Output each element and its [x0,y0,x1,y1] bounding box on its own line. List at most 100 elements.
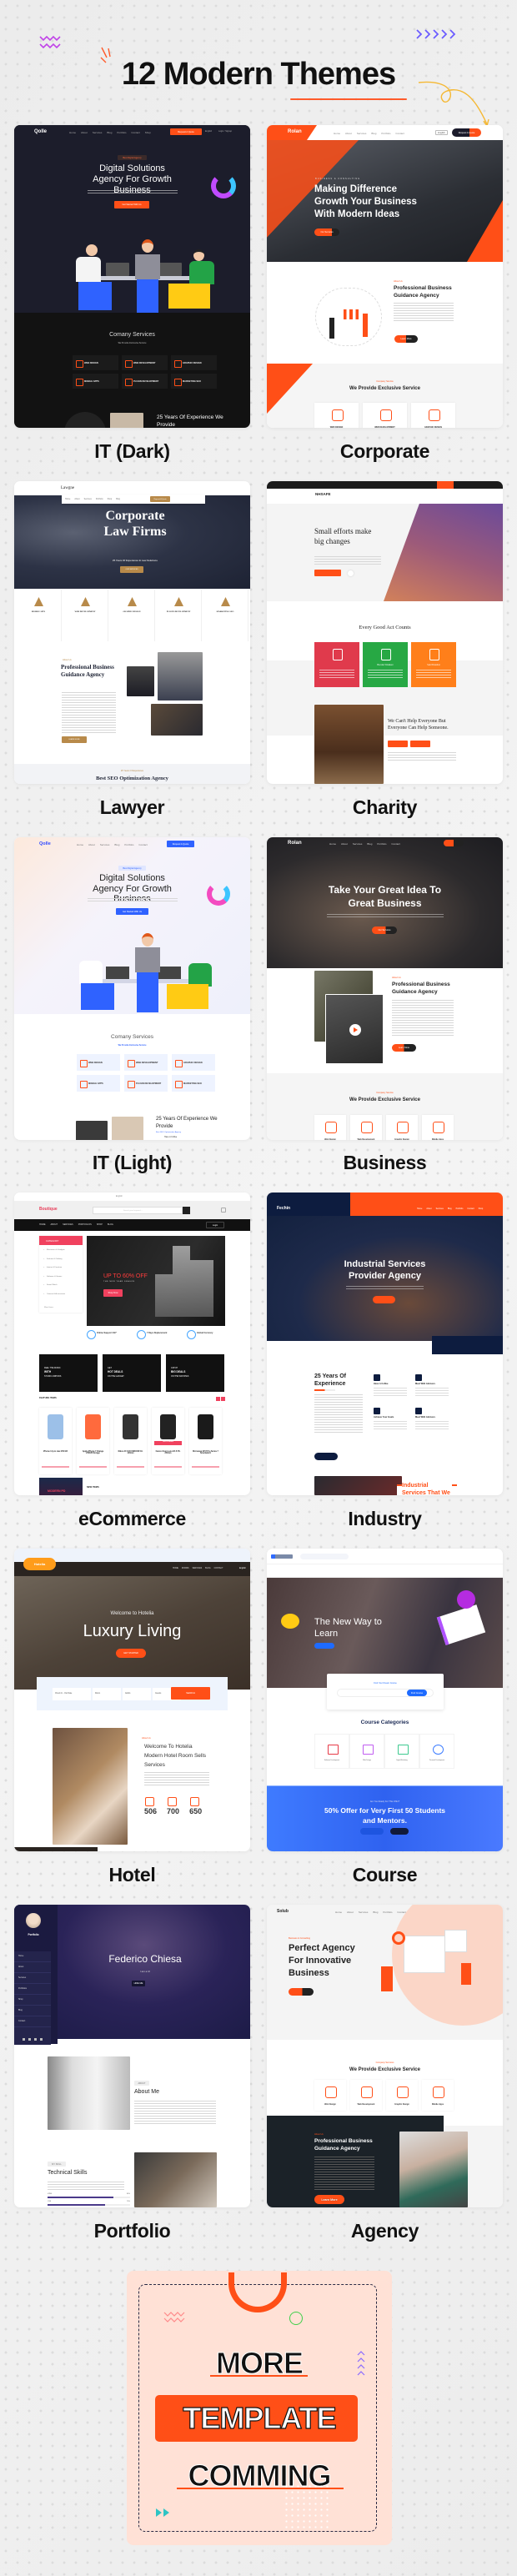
learn-more-button[interactable]: LEARN MORE [62,736,87,743]
cause-card[interactable] [314,642,359,687]
service-card[interactable]: WEB DEVELOPMENT [124,1054,168,1071]
nav-link[interactable]: Portfolio [381,132,390,135]
service-card[interactable]: MARKETING SEO [171,374,217,389]
sidebar-link[interactable]: Portfolios [14,1984,51,1995]
nav-link[interactable]: Blog [116,498,120,500]
nav-link[interactable]: Portfolio [96,498,103,500]
nav-link[interactable]: About [81,131,88,134]
nav-link[interactable]: Home [77,843,83,846]
theme-card-business[interactable]: Rolan Home About Services Blog Portfolio Cont… [267,837,503,1140]
nav-link[interactable]: ROOMS [182,1568,189,1569]
nav-link[interactable]: Services [93,131,103,134]
theme-card-lawyer[interactable]: Lawgne Home About Services Portfolio Shop Blo… [14,481,250,784]
play-icon[interactable] [348,570,354,576]
service-card[interactable]: Web Design [314,1115,346,1140]
search-input[interactable]: Search your keyword ... [93,1207,183,1214]
nav-link[interactable]: Home [329,842,336,846]
social-links[interactable] [23,2038,44,2041]
carousel-arrows[interactable] [216,1397,225,1401]
get-started-button[interactable]: GET STARTED [116,1649,146,1658]
service-card[interactable]: GRAPHIC DESIGN [171,355,217,370]
nav-link[interactable]: Contact [131,131,139,134]
find-course-button[interactable]: Find Course [407,1690,427,1696]
theme-card-it-light[interactable]: Qolle Home About Services Blog Portfolio Cont… [14,837,250,1140]
search-input[interactable] [300,1554,349,1559]
nav-link[interactable]: Blog [367,842,372,846]
nav-link[interactable]: Blog [373,1911,378,1914]
nav-link[interactable]: Shop [145,131,151,134]
sidebar-link[interactable]: Contact [14,2016,51,2027]
service-card[interactable]: PLUGIN DEVELOPMENT [122,374,168,389]
learn-more-button[interactable]: Learn More [392,1044,416,1052]
shop-now-button[interactable]: Shop Now [103,1289,123,1297]
cause-card[interactable]: Send Donation [411,642,456,687]
nav-link[interactable]: Portfolio [456,1208,464,1210]
get-started-button[interactable]: Get Started With Us [114,201,149,208]
request-quote-button[interactable]: Request A Quote [170,128,202,135]
nav-link[interactable]: Portfolio [117,131,126,134]
service-card[interactable]: Web Development [350,1115,382,1140]
nav-link[interactable]: Services [100,843,110,846]
learn-more-button[interactable]: Learn More [314,2195,344,2204]
nav-link[interactable]: SERVICES [63,1223,73,1226]
nav-link[interactable]: ABOUT [51,1223,58,1226]
request-quote-button[interactable]: Request A Quote [150,496,170,502]
nav-link[interactable]: Home [335,1911,342,1914]
service-card[interactable]: MOBILE APPS [73,374,118,389]
category-card[interactable]: Digital Marketing [384,1734,419,1769]
category-link[interactable]: Interior & Furniture [43,1267,65,1268]
product-card[interactable]: Microwear W17 Pro Series 7 Smartwatch [189,1408,222,1474]
nav-link[interactable]: SERVICES [193,1568,203,1569]
language-select[interactable]: English [239,1567,246,1570]
service-card[interactable]: Graphic Design [386,1115,418,1140]
nav-link[interactable]: Services [357,132,367,135]
nav-link[interactable]: About [426,1208,431,1210]
nav-link[interactable]: Shop [108,498,113,500]
find-courses-button[interactable] [314,1643,334,1649]
service-card[interactable]: WEB DESIGN [77,1054,120,1071]
nav-link[interactable]: Blog [448,1208,452,1210]
service-card[interactable]: PLUGIN DEVELOPMENT [124,1075,168,1092]
search-field[interactable]: Check In - Out Date [53,1688,91,1700]
request-quote-button[interactable] [444,840,464,846]
category-link[interactable]: Software & Games [43,1276,65,1278]
nav-link[interactable]: Services [436,1208,444,1210]
donate-button[interactable] [314,570,341,576]
nav-link[interactable]: SHOP [97,1223,103,1226]
our-services-button[interactable]: Our Services [314,228,339,236]
category-link[interactable]: Camera & Accessories [43,1293,65,1295]
nav-link[interactable]: Services [359,1911,369,1914]
category-card[interactable]: Software Development [314,1734,349,1769]
language-select[interactable]: English [205,130,212,133]
our-services-button[interactable]: Our Services [372,926,397,934]
nav-link[interactable]: PORTFOLIOS [78,1223,92,1226]
nav-link[interactable]: Home [417,1208,422,1210]
nav-link[interactable]: Home [69,131,76,134]
sidebar-link[interactable]: Home [14,1951,51,1962]
service-card[interactable]: WEB DESIGN [314,403,359,428]
sidebar-link[interactable]: Services [14,1973,51,1984]
language-select[interactable]: English [435,130,448,135]
theme-card-hotel[interactable]: Hotelia HOME ROOMS SERVICES BLOG CONTACT Eng… [14,1549,250,1851]
nav-link[interactable]: Contact [467,1208,474,1210]
theme-card-it-dark[interactable]: Qolle Home About Services Blog Portfolio Cont… [14,125,250,428]
promo-tile[interactable]: FEEL THE MUSIC WITH STUDIO AIRPODS [39,1354,98,1392]
service-card[interactable]: WEB DEVELOPMENT [363,403,407,428]
service-card[interactable]: Web Development [350,2080,382,2111]
nav-link[interactable]: BLOG [205,1568,210,1569]
volunteer-button[interactable] [410,741,430,747]
product-card[interactable]: iPhone 14 pro max 256 GB [39,1408,72,1474]
theme-card-agency[interactable]: Solub Home About Services Blog Portfolio Cont… [267,1905,503,2207]
nav-link[interactable]: Portfolio [124,843,133,846]
nav-link[interactable]: Home [334,132,340,135]
sidebar-link[interactable]: About [14,1962,51,1973]
nav-link[interactable]: HOME [173,1568,178,1569]
learn-more-button[interactable]: Learn More [394,335,418,343]
cause-card[interactable]: Become Volunteer [363,642,408,687]
nav-link[interactable]: Blog [371,132,376,135]
nav-link[interactable]: Contact [138,843,147,846]
search-button[interactable] [183,1207,190,1214]
request-quote-button[interactable]: Request A Quote [452,128,481,137]
nav-link[interactable]: Home [65,498,70,500]
nav-link[interactable]: HOME [39,1223,46,1226]
